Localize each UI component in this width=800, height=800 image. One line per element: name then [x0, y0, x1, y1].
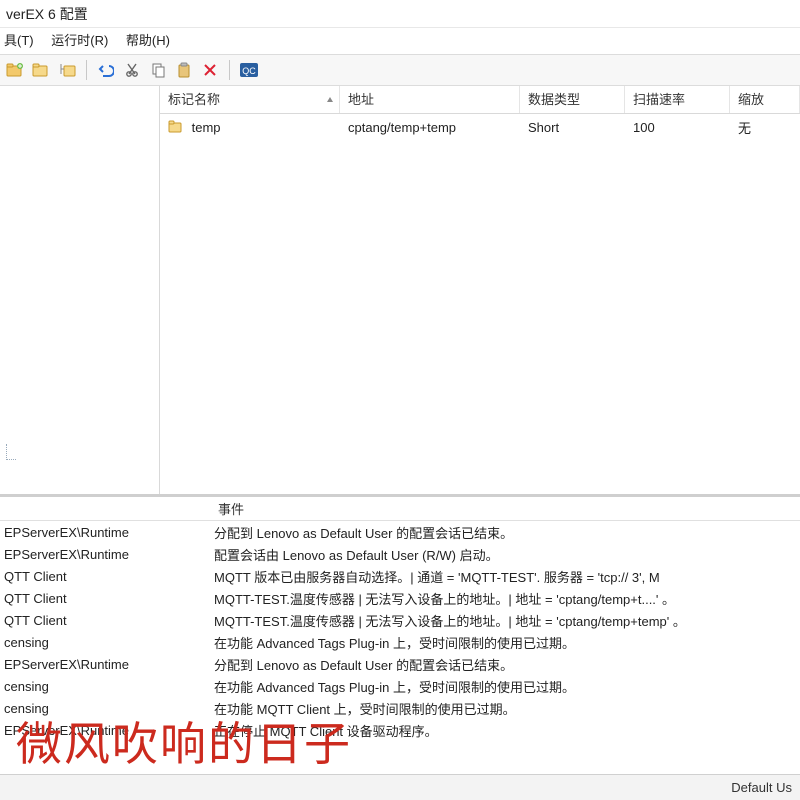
delete-icon[interactable] [199, 59, 221, 81]
log-event: MQTT-TEST.温度传感器 | 无法写入设备上的地址。| 地址 = 'cpt… [210, 589, 800, 608]
log-source: QTT Client [0, 613, 210, 628]
statusbar-user: Default Us [731, 780, 792, 795]
toolbar-separator [229, 60, 230, 80]
cell-name-text: temp [192, 120, 221, 135]
log-event: 在功能 Advanced Tags Plug-in 上，受时间限制的使用已过期。 [210, 677, 800, 696]
log-col-event[interactable]: 事件 [210, 499, 252, 518]
paste-icon[interactable] [173, 59, 195, 81]
log-row[interactable]: QTT ClientMQTT-TEST.温度传感器 | 无法写入设备上的地址。|… [0, 609, 800, 631]
log-event: 在功能 MQTT Client 上，受时间限制的使用已过期。 [210, 699, 800, 718]
log-source: QTT Client [0, 569, 210, 584]
main-split: 标记名称 地址 数据类型 扫描速率 缩放 temp cptang/temp+te… [0, 86, 800, 496]
tag-grid-pane: 标记名称 地址 数据类型 扫描速率 缩放 temp cptang/temp+te… [160, 86, 800, 494]
col-header-type[interactable]: 数据类型 [520, 86, 625, 113]
log-source: EPServerEX\Runtime [0, 723, 210, 738]
folder-new-icon[interactable] [4, 59, 26, 81]
cell-scan: 100 [625, 120, 730, 135]
toolbar-separator [86, 60, 87, 80]
log-source: QTT Client [0, 591, 210, 606]
toolbar: QC [0, 54, 800, 86]
window-title: verEX 6 配置 [6, 6, 88, 22]
log-event: MQTT-TEST.温度传感器 | 无法写入设备上的地址。| 地址 = 'cpt… [210, 611, 800, 630]
log-row[interactable]: QTT ClientMQTT-TEST.温度传感器 | 无法写入设备上的地址。|… [0, 587, 800, 609]
log-row[interactable]: EPServerEX\Runtime分配到 Lenovo as Default … [0, 521, 800, 543]
menubar: 具(T) 运行时(R) 帮助(H) [0, 28, 800, 54]
cell-type: Short [520, 120, 625, 135]
log-source: EPServerEX\Runtime [0, 657, 210, 672]
log-row[interactable]: EPServerEX\Runtime正在停止 MQTT Client 设备驱动程… [0, 719, 800, 741]
log-event: 配置会话由 Lenovo as Default User (R/W) 启动。 [210, 545, 800, 564]
log-body[interactable]: EPServerEX\Runtime分配到 Lenovo as Default … [0, 521, 800, 774]
col-header-scale[interactable]: 缩放 [730, 86, 800, 113]
log-source: EPServerEX\Runtime [0, 525, 210, 540]
log-header: 事件 [0, 497, 800, 521]
log-event: MQTT 版本已由服务器自动选择。| 通道 = 'MQTT-TEST'. 服务器… [210, 567, 800, 586]
log-row[interactable]: censing在功能 Advanced Tags Plug-in 上，受时间限制… [0, 631, 800, 653]
cell-scale: 无 [730, 118, 800, 137]
log-source: censing [0, 635, 210, 650]
grid-body[interactable]: temp cptang/temp+temp Short 100 无 [160, 114, 800, 494]
svg-text:QC: QC [242, 66, 256, 76]
cell-name: temp [160, 120, 340, 135]
col-header-scan[interactable]: 扫描速率 [625, 86, 730, 113]
log-event: 分配到 Lenovo as Default User 的配置会话已结束。 [210, 523, 800, 542]
window-titlebar: verEX 6 配置 [0, 0, 800, 28]
grid-header: 标记名称 地址 数据类型 扫描速率 缩放 [160, 86, 800, 114]
col-header-name[interactable]: 标记名称 [160, 86, 340, 113]
log-event: 在功能 Advanced Tags Plug-in 上，受时间限制的使用已过期。 [210, 633, 800, 652]
log-source: censing [0, 679, 210, 694]
log-source: censing [0, 701, 210, 716]
log-event: 分配到 Lenovo as Default User 的配置会话已结束。 [210, 655, 800, 674]
tree-connector-icon [6, 444, 16, 460]
cell-address: cptang/temp+temp [340, 120, 520, 135]
log-row[interactable]: EPServerEX\Runtime配置会话由 Lenovo as Defaul… [0, 543, 800, 565]
tag-icon [168, 120, 184, 134]
menu-tools[interactable]: 具(T) [4, 33, 34, 48]
table-row[interactable]: temp cptang/temp+temp Short 100 无 [160, 114, 800, 140]
folder-open-icon[interactable] [30, 59, 52, 81]
copy-icon[interactable] [147, 59, 169, 81]
statusbar: Default Us [0, 774, 800, 800]
log-pane: 事件 EPServerEX\Runtime分配到 Lenovo as Defau… [0, 496, 800, 774]
menu-runtime[interactable]: 运行时(R) [51, 33, 108, 48]
log-row[interactable]: censing在功能 Advanced Tags Plug-in 上，受时间限制… [0, 675, 800, 697]
folder-tree-icon[interactable] [56, 59, 78, 81]
undo-icon[interactable] [95, 59, 117, 81]
log-event: 正在停止 MQTT Client 设备驱动程序。 [210, 721, 800, 740]
log-row[interactable]: EPServerEX\Runtime分配到 Lenovo as Default … [0, 653, 800, 675]
qc-icon[interactable]: QC [238, 59, 260, 81]
col-header-address[interactable]: 地址 [340, 86, 520, 113]
tree-pane[interactable] [0, 86, 160, 494]
cut-icon[interactable] [121, 59, 143, 81]
log-row[interactable]: QTT ClientMQTT 版本已由服务器自动选择。| 通道 = 'MQTT-… [0, 565, 800, 587]
menu-help[interactable]: 帮助(H) [126, 33, 170, 48]
log-source: EPServerEX\Runtime [0, 547, 210, 562]
log-row[interactable]: censing在功能 MQTT Client 上，受时间限制的使用已过期。 [0, 697, 800, 719]
